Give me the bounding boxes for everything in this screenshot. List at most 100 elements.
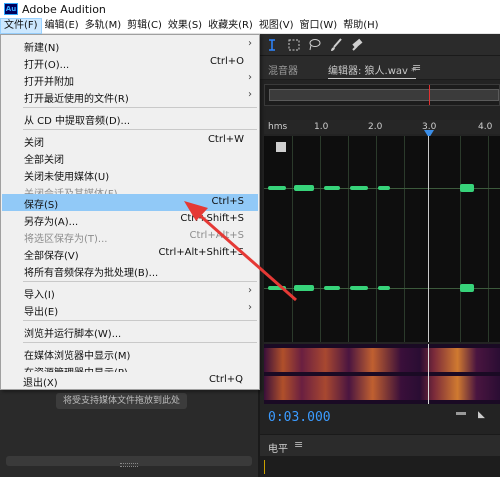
menu-item-label: 打开并附加 <box>24 77 74 88</box>
waveform-display[interactable] <box>264 136 500 342</box>
file-menu-dropdown: 新建(N) › 打开(O)... Ctrl+O 打开并附加 › 打开最近使用的文… <box>0 34 260 390</box>
menu-separator <box>23 320 257 321</box>
menu-item-shortcut: Ctrl+Alt+S <box>189 230 244 241</box>
menu-item-export[interactable]: 导出(E) › <box>2 301 258 318</box>
overview-playhead <box>429 85 430 105</box>
menu-item-open-append[interactable]: 打开并附加 › <box>2 71 258 88</box>
submenu-arrow-icon: › <box>248 72 252 83</box>
zoom-out-icon[interactable] <box>456 412 466 415</box>
menu-item-close[interactable]: 关闭 Ctrl+W <box>2 132 258 149</box>
menu-item-save-as[interactable]: 另存为(A)... Ctrl+Shift+S <box>2 211 258 228</box>
menu-item-label: 在媒体浏览器中显示(M) <box>24 351 131 362</box>
tools-toolbar <box>260 34 500 56</box>
marquee-icon[interactable] <box>286 37 302 53</box>
menu-multitrack[interactable]: 多轨(M) <box>82 18 124 34</box>
grid-line <box>460 136 461 342</box>
menu-separator <box>23 107 257 108</box>
menu-item-label: 浏览并运行脚本(W)... <box>24 329 122 340</box>
waveform-segment <box>268 286 286 290</box>
menu-item-label: 另存为(A)... <box>24 217 79 228</box>
waveform-segment <box>324 186 340 190</box>
menu-item-save-all[interactable]: 全部保存(V) Ctrl+Alt+Shift+S <box>2 245 258 262</box>
menu-item-close-all[interactable]: 全部关闭 <box>2 149 258 166</box>
grid-line <box>376 136 377 342</box>
title-bar: Au Adobe Audition <box>0 0 500 18</box>
menu-item-label: 导入(I) <box>24 290 55 301</box>
menu-item-batch-save[interactable]: 将所有音频保存为批处理(B)... <box>2 262 258 279</box>
grid-line <box>404 136 405 342</box>
brush-icon[interactable] <box>328 37 344 53</box>
menu-clip[interactable]: 剪辑(C) <box>124 18 165 34</box>
menu-item-import[interactable]: 导入(I) › <box>2 284 258 301</box>
menu-item-open-recent[interactable]: 打开最近使用的文件(R) › <box>2 88 258 105</box>
menu-view[interactable]: 视图(V) <box>256 18 297 34</box>
editor-panel-header: 混音器 编辑器: 狼人.wav * ≡ <box>260 56 500 80</box>
menu-item-shortcut: Ctrl+Q <box>208 374 243 385</box>
menu-separator <box>23 281 257 282</box>
menu-item-label: 退出(X) <box>23 378 58 389</box>
level-meter <box>260 456 500 477</box>
menu-item-extract-cd[interactable]: 从 CD 中提取音频(D)... <box>2 110 258 127</box>
menu-item-label: 全部保存(V) <box>24 251 79 262</box>
menu-item-label: 保存(S) <box>24 200 59 211</box>
waveform-segment <box>378 186 390 190</box>
overview-bar[interactable] <box>269 89 499 101</box>
submenu-arrow-icon: › <box>248 285 252 296</box>
menu-item-exit[interactable]: 退出(X) Ctrl+Q <box>1 372 257 389</box>
menu-item-label: 打开(O)... <box>24 60 70 71</box>
menu-favorites[interactable]: 收藏夹(R) <box>205 18 256 34</box>
lasso-icon[interactable] <box>306 37 322 53</box>
tab-editor[interactable]: 编辑器: 狼人.wav * <box>328 62 417 79</box>
tab-mixer[interactable]: 混音器 <box>268 62 298 77</box>
zoom-in-icon[interactable]: ◣ <box>478 410 485 420</box>
menu-item-save[interactable]: 保存(S) Ctrl+S <box>2 194 258 211</box>
menu-item-label: 全部关闭 <box>24 155 64 166</box>
submenu-arrow-icon: › <box>248 89 252 100</box>
waveform-segment <box>460 184 474 192</box>
spectral-band <box>264 348 500 372</box>
ruler-tick: 2.0 <box>368 122 383 132</box>
level-meter-marker <box>264 460 265 474</box>
spot-healing-icon[interactable] <box>350 37 366 53</box>
panel-menu-icon[interactable]: ≡ <box>412 61 421 74</box>
grid-line <box>292 136 293 342</box>
level-panel-menu-icon[interactable]: ≡ <box>294 438 303 451</box>
menu-help[interactable]: 帮助(H) <box>340 18 381 34</box>
spectral-display[interactable] <box>264 344 500 404</box>
menu-item-label: 关闭 <box>24 138 44 149</box>
menu-item-label: 将选区保存为(T)... <box>24 234 108 245</box>
menu-item-reveal-media-browser[interactable]: 在媒体浏览器中显示(M) <box>2 345 258 362</box>
menu-item-label: 打开最近使用的文件(R) <box>24 94 129 105</box>
menu-window[interactable]: 窗口(W) <box>297 18 341 34</box>
waveform-segment <box>324 286 340 290</box>
ruler-tick: 4.0 <box>478 122 493 132</box>
app-window: Au Adobe Audition 文件(F) 编辑(E) 多轨(M) 剪辑(C… <box>0 0 500 477</box>
time-display: 0:03.000 <box>268 410 331 425</box>
menu-item-new[interactable]: 新建(N) › <box>2 37 258 54</box>
transport-bar: 0:03.000 ◣ <box>260 404 500 432</box>
playhead-line <box>428 136 429 342</box>
menu-item-shortcut: Ctrl+Shift+S <box>180 213 244 224</box>
menu-item-shortcut: Ctrl+O <box>209 56 244 67</box>
submenu-arrow-icon: › <box>248 302 252 313</box>
window-title: Adobe Audition <box>22 2 106 16</box>
menu-item-run-script[interactable]: 浏览并运行脚本(W)... <box>2 323 258 340</box>
submenu-arrow-icon: › <box>248 38 252 49</box>
waveform-segment <box>378 286 390 290</box>
hud-toggle-icon[interactable] <box>276 142 286 152</box>
menu-file[interactable]: 文件(F) <box>0 17 42 34</box>
menu-item-close-unused[interactable]: 关闭未使用媒体(U) <box>2 166 258 183</box>
level-panel-header: 电平 ≡ <box>260 434 500 456</box>
panel-resize-grip[interactable] <box>120 463 138 467</box>
menu-effects[interactable]: 效果(S) <box>165 18 205 34</box>
time-selection-icon[interactable] <box>264 37 280 53</box>
menu-item-open[interactable]: 打开(O)... Ctrl+O <box>2 54 258 71</box>
menu-item-label: 新建(N) <box>24 43 60 54</box>
menu-item-label: 将所有音频保存为批处理(B)... <box>24 268 159 279</box>
ruler-unit-label: hms <box>268 122 288 132</box>
time-ruler[interactable]: hms 1.0 2.0 3.0 4.0 <box>264 120 500 134</box>
overview-scroller[interactable] <box>264 84 500 106</box>
waveform-segment <box>268 186 286 190</box>
menu-edit[interactable]: 编辑(E) <box>42 18 82 34</box>
menu-bar: 文件(F) 编辑(E) 多轨(M) 剪辑(C) 效果(S) 收藏夹(R) 视图(… <box>0 17 500 34</box>
